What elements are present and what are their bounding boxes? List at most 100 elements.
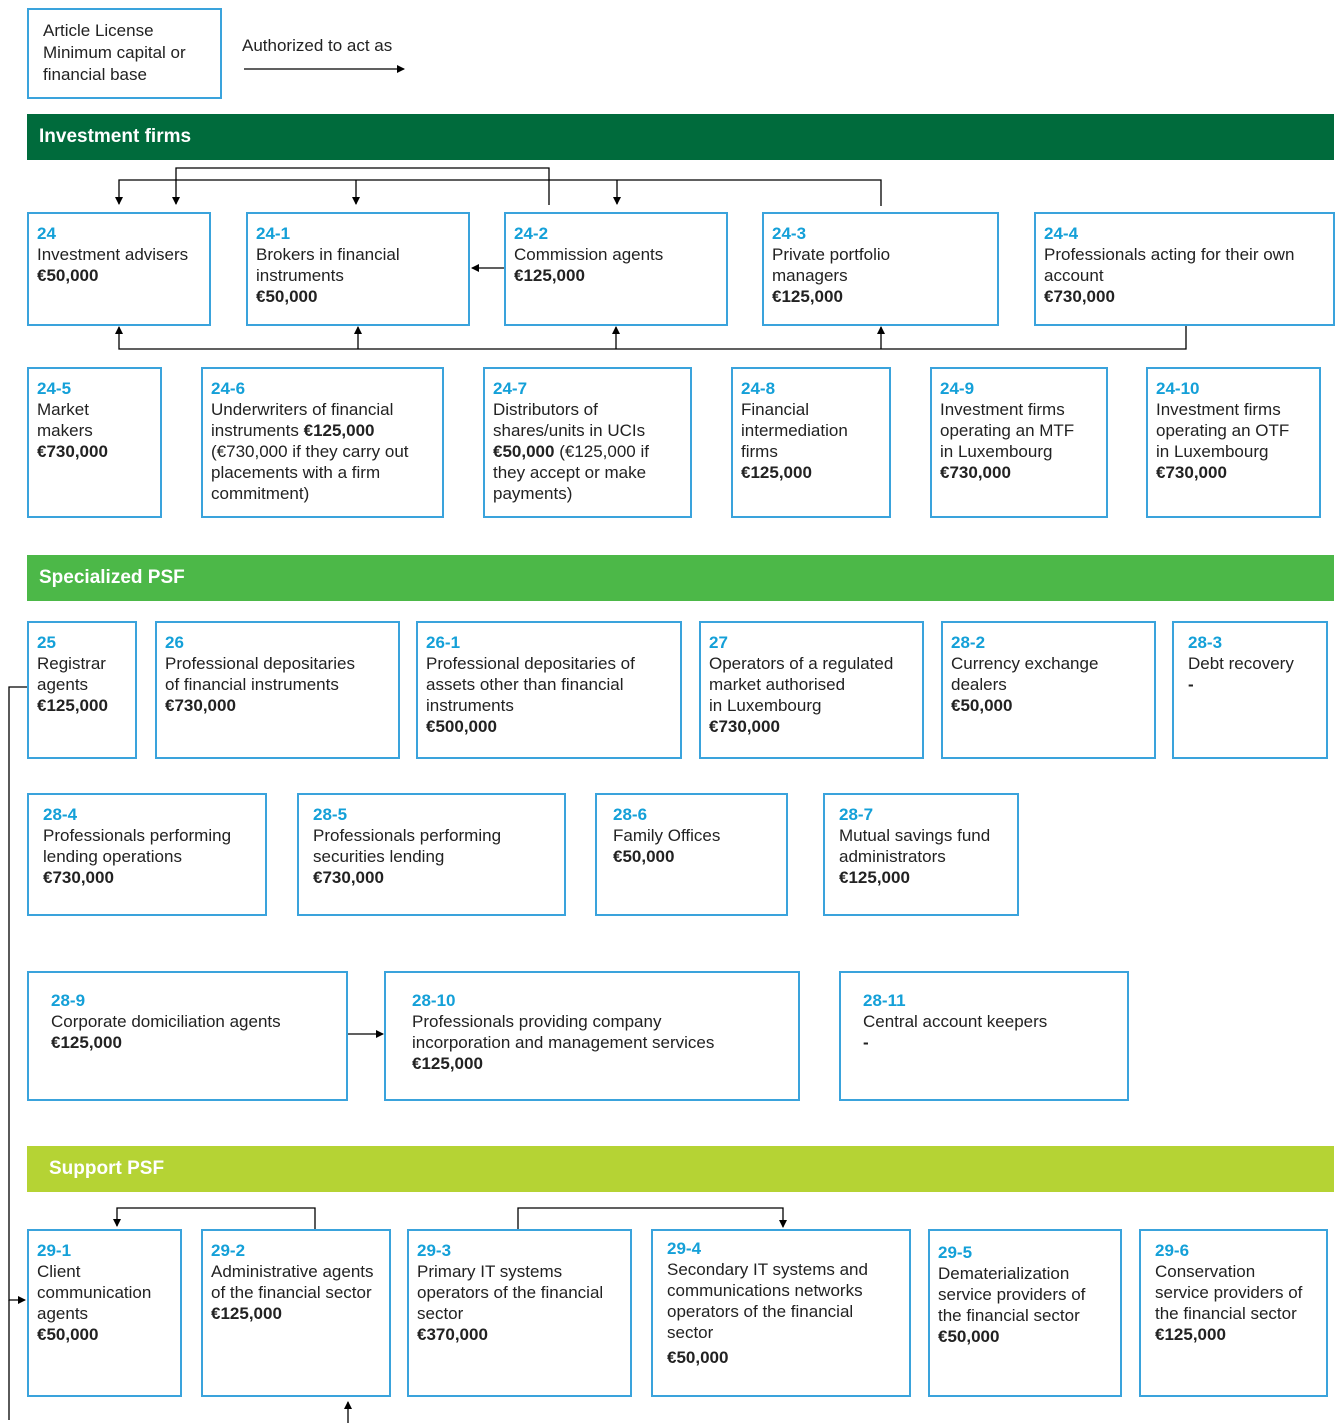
connector-25-to-29-1 xyxy=(8,686,27,1304)
box-code: 28-11 xyxy=(863,991,906,1010)
box-24-2: 24-2 Commission agents €125,000 xyxy=(504,212,728,326)
box-name: Underwriters of financial instruments €1… xyxy=(211,399,442,504)
box-code: 29-4 xyxy=(667,1239,702,1258)
box-29-5: 29-5 Dematerialization service providers… xyxy=(928,1229,1122,1397)
box-capital: €730,000 xyxy=(37,442,108,461)
box-capital: €125,000 xyxy=(741,463,812,482)
box-name: Administrative agents of the financial s… xyxy=(211,1262,374,1302)
section-specialized-psf: Specialized PSF xyxy=(27,555,1334,601)
box-24-9: 24-9 Investment firms operating an MTF i… xyxy=(930,367,1108,518)
box-capital: €730,000 xyxy=(43,868,114,887)
box-24-6: 24-6 Underwriters of financial instrumen… xyxy=(201,367,444,518)
box-name: Investment firms operating an OTF in Lux… xyxy=(1156,400,1290,461)
box-code: 29-1 xyxy=(37,1241,72,1260)
box-24: 24 Investment advisers €50,000 xyxy=(27,212,211,326)
box-capital: €125,000 xyxy=(303,421,375,440)
box-28-10: 28-10 Professionals providing company in… xyxy=(384,971,800,1101)
section-investment-firms: Investment firms xyxy=(27,114,1334,160)
box-26-1: 26-1 Professional depositaries of assets… xyxy=(416,621,682,759)
box-capital: - xyxy=(1188,675,1194,694)
box-28-3: 28-3 Debt recovery - xyxy=(1172,621,1328,759)
box-name: Secondary IT systems and communications … xyxy=(667,1260,868,1342)
box-name: Dematerialization service providers of t… xyxy=(938,1264,1086,1325)
box-28-6: 28-6 Family Offices €50,000 xyxy=(595,793,788,916)
box-name: Commission agents xyxy=(514,245,664,264)
box-name: Corporate domiciliation agents xyxy=(51,1012,281,1031)
box-name: Professionals performing lending operati… xyxy=(43,826,232,866)
box-24-8: 24-8 Financial intermediation firms €125… xyxy=(731,367,891,518)
box-name: Private portfolio managers xyxy=(772,245,891,285)
box-capital: €50,000 xyxy=(493,442,555,461)
box-capital: €125,000 xyxy=(514,266,585,285)
box-capital: €50,000 xyxy=(37,266,99,285)
box-code: 28-10 xyxy=(412,991,456,1010)
box-name: Mutual savings fund administrators xyxy=(839,826,991,866)
box-capital: €125,000 xyxy=(51,1033,122,1052)
box-capital: €125,000 xyxy=(37,696,108,715)
box-name: Market makers xyxy=(37,400,93,440)
box-28-5: 28-5 Professionals performing securities… xyxy=(297,793,566,916)
box-code: 28-3 xyxy=(1188,633,1223,652)
box-code: 25 xyxy=(37,633,56,652)
box-code: 24-5 xyxy=(37,379,72,398)
connector-24-3-to-24 xyxy=(115,179,882,206)
box-29-1: 29-1 Client communication agents €50,000 xyxy=(27,1229,182,1397)
box-name: Operators of a regulated market authoris… xyxy=(709,654,894,715)
box-code: 28-2 xyxy=(951,633,986,652)
box-code: 29-3 xyxy=(417,1241,452,1260)
box-code: 24-1 xyxy=(256,224,291,243)
box-capital: €125,000 xyxy=(211,1304,282,1323)
connector-24-4-bottom xyxy=(115,326,1187,350)
box-24-10: 24-10 Investment firms operating an OTF … xyxy=(1146,367,1321,518)
box-28-4: 28-4 Professionals performing lending op… xyxy=(27,793,267,916)
box-29-4: 29-4 Secondary IT systems and communicat… xyxy=(651,1229,911,1397)
box-capital: €50,000 xyxy=(37,1325,99,1344)
box-code: 24-9 xyxy=(940,379,975,398)
box-capital: €125,000 xyxy=(772,287,843,306)
box-capital: €730,000 xyxy=(1156,463,1227,482)
box-name: Professionals acting for their own accou… xyxy=(1044,245,1295,285)
box-name: Distributors of shares/units in UCIs xyxy=(493,400,646,440)
box-code: 24 xyxy=(37,224,56,243)
box-code: 24-7 xyxy=(493,379,528,398)
box-28-2: 28-2 Currency exchange dealers €50,000 xyxy=(941,621,1156,759)
box-29-2: 29-2 Administrative agents of the financ… xyxy=(201,1229,391,1397)
box-capital: €50,000 xyxy=(256,287,318,306)
box-27: 27 Operators of a regulated market autho… xyxy=(699,621,924,759)
box-name: Professionals providing company incorpor… xyxy=(412,1012,715,1052)
box-name: Professional depositaries of financial i… xyxy=(165,654,355,694)
connector-29-3-to-29-4 xyxy=(517,1207,787,1229)
box-capital: €50,000 xyxy=(951,696,1013,715)
box-name: Currency exchange dealers xyxy=(951,654,1099,694)
box-code: 29-2 xyxy=(211,1241,246,1260)
box-note: (€730,000 if they carry out placements w… xyxy=(211,442,409,503)
box-capital: €50,000 xyxy=(667,1348,729,1367)
box-name: Registrar agents xyxy=(37,654,106,694)
box-code: 28-4 xyxy=(43,805,78,824)
box-name: Brokers in financial instruments xyxy=(256,245,400,285)
box-capital: €50,000 xyxy=(613,847,675,866)
box-28-11: 28-11 Central account keepers - xyxy=(839,971,1129,1101)
box-24-7: 24-7 Distributors of shares/units in UCI… xyxy=(483,367,692,518)
box-name: Debt recovery xyxy=(1188,654,1294,673)
box-24-5: 24-5 Market makers €730,000 xyxy=(27,367,162,518)
box-capital: €125,000 xyxy=(412,1054,483,1073)
connector-29-2-to-29-1 xyxy=(113,1207,316,1229)
box-24-4: 24-4 Professionals acting for their own … xyxy=(1034,212,1335,326)
box-29-3: 29-3 Primary IT systems operators of the… xyxy=(407,1229,632,1397)
box-name: Conservation service providers of the fi… xyxy=(1155,1262,1303,1323)
box-name: Client communication agents xyxy=(37,1262,152,1323)
box-name: Family Offices xyxy=(613,826,721,845)
box-name: Central account keepers xyxy=(863,1012,1048,1031)
box-code: 28-6 xyxy=(613,805,648,824)
box-code: 24-10 xyxy=(1156,379,1200,398)
box-code: 28-9 xyxy=(51,991,86,1010)
box-code: 24-4 xyxy=(1044,224,1079,243)
box-code: 24-6 xyxy=(211,379,246,398)
box-name: Financial intermediation firms xyxy=(741,400,848,461)
box-name: Investment firms operating an MTF in Lux… xyxy=(940,400,1075,461)
box-capital: €730,000 xyxy=(313,868,384,887)
box-code: 24-8 xyxy=(741,379,776,398)
box-name: Professionals performing securities lend… xyxy=(313,826,502,866)
box-capital: €125,000 xyxy=(839,868,910,887)
